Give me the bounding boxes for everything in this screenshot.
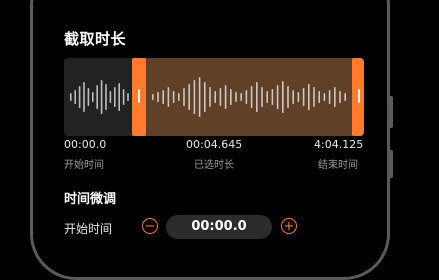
waveform-bar — [100, 80, 103, 114]
waveform-bar — [122, 89, 125, 105]
waveform-bar — [162, 90, 164, 104]
waveform-bar — [302, 88, 305, 106]
waveform-bar — [127, 93, 129, 101]
waveform-bar — [109, 91, 112, 103]
waveform-bar — [114, 87, 116, 107]
waveform-bar — [204, 82, 206, 112]
waveform-bar — [188, 84, 190, 110]
waveform-bar — [297, 92, 300, 102]
waveform-bar — [235, 92, 237, 102]
waveform-bar — [214, 91, 216, 103]
waveform-bar — [271, 89, 274, 105]
waveform-track[interactable] — [64, 58, 364, 136]
waveform-bar — [198, 77, 201, 117]
minus-button[interactable]: − — [142, 218, 158, 234]
start-time-label: 开始时间 — [64, 160, 104, 171]
waveform-bar — [230, 89, 232, 105]
waveform-bar — [87, 88, 90, 106]
waveform-bar — [318, 91, 320, 103]
waveform-bar — [250, 86, 253, 108]
waveform-bar — [292, 90, 294, 104]
waveform-bar — [219, 88, 222, 106]
waveform-bar — [74, 90, 76, 104]
waveform-bar — [224, 85, 227, 109]
waveform-bar — [105, 84, 107, 110]
waveform-bar — [287, 86, 289, 108]
waveform-bar — [78, 86, 81, 108]
waveform-bar — [167, 87, 170, 107]
waveform-bar — [276, 85, 279, 109]
selected-duration-label: 已选时长 — [194, 160, 234, 171]
waveform-bar — [282, 81, 284, 113]
start-handle[interactable] — [132, 58, 146, 136]
side-button — [388, 96, 393, 128]
waveform-bar — [92, 92, 94, 102]
waveform-bar — [70, 93, 72, 101]
waveform-bar — [308, 84, 310, 110]
waveform — [70, 77, 346, 117]
side-button — [388, 150, 393, 178]
start-time-input[interactable]: 00:00.0 — [166, 215, 272, 239]
waveform-bar — [313, 87, 315, 107]
waveform-bar — [323, 93, 326, 101]
waveform-bar — [328, 90, 331, 104]
selected-duration: 00:04.645 — [186, 138, 243, 151]
waveform-bar — [334, 87, 336, 107]
waveform-bar — [83, 82, 85, 112]
waveform-bar — [172, 91, 175, 103]
waveform-bar — [245, 90, 248, 104]
plus-button[interactable]: + — [281, 218, 297, 234]
end-handle[interactable] — [352, 58, 364, 136]
waveform-bar — [157, 92, 159, 102]
waveform-bar — [152, 94, 154, 100]
waveform-bar — [193, 80, 196, 114]
end-time-label: 结束时间 — [318, 160, 358, 171]
waveform-bar — [183, 88, 185, 106]
fine-tune-start-label: 开始时间 — [64, 222, 113, 236]
end-time: 4:04.125 — [314, 138, 364, 151]
waveform-bar — [209, 87, 211, 107]
start-time: 00:00.0 — [64, 138, 107, 151]
waveform-bar — [178, 93, 180, 101]
fine-tune-title: 时间微调 — [64, 192, 117, 207]
waveform-bar — [240, 93, 242, 101]
waveform-bar — [118, 83, 120, 111]
waveform-bar — [344, 93, 346, 101]
waveform-bar — [96, 85, 98, 109]
waveform-bar — [339, 91, 341, 103]
waveform-bar — [256, 82, 258, 112]
waveform-bar — [261, 87, 263, 107]
waveform-bar — [266, 91, 268, 103]
panel-title: 截取时长 — [64, 30, 127, 48]
trim-panel: 截取时长 00:00.0 开始时间 00:04.645 已选时长 4:04.12… — [50, 22, 380, 251]
